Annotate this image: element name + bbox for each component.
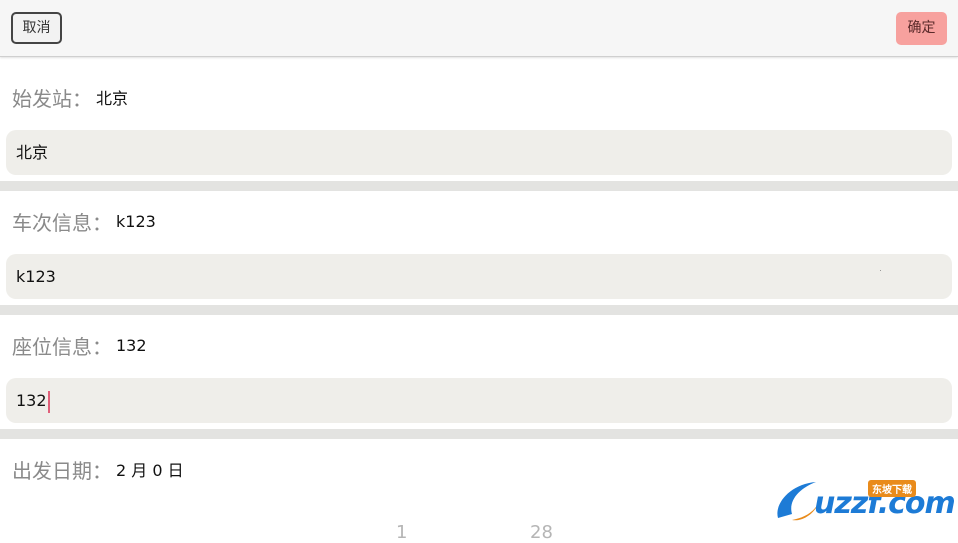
train-input[interactable]: k123 (6, 254, 952, 299)
date-picker-month[interactable]: 1 (396, 522, 407, 543)
departure-label: 始发站： (12, 86, 92, 111)
text-cursor (47, 390, 50, 413)
seat-value: 132 (116, 335, 147, 355)
seat-input-text: 132 (16, 391, 47, 410)
stray-dot (880, 270, 881, 271)
confirm-button[interactable]: 确定 (896, 12, 947, 45)
departure-label-row: 始发站： 北京 (12, 82, 128, 112)
section-divider (0, 181, 958, 191)
date-picker-day[interactable]: 28 (530, 522, 553, 543)
date-label: 出发日期： (12, 458, 112, 483)
train-input-text: k123 (16, 267, 56, 286)
section-divider (0, 305, 958, 315)
date-value: 2 月 0 日 (116, 461, 184, 480)
cancel-button[interactable]: 取消 (11, 12, 62, 44)
seat-input[interactable]: 132 (6, 378, 952, 423)
date-label-row: 出发日期： 2 月 0 日 (12, 454, 184, 484)
watermark-badge: 东坡下载 (868, 480, 916, 497)
seat-label-row: 座位信息： 132 (12, 330, 147, 360)
train-label: 车次信息： (12, 210, 112, 235)
departure-value: 北京 (96, 89, 129, 108)
section-divider (0, 429, 958, 439)
departure-input[interactable]: 北京 (6, 130, 952, 175)
train-value: k123 (116, 211, 156, 231)
departure-input-text: 北京 (16, 143, 49, 162)
watermark-logo: uzzf.com 东坡下载 (772, 474, 956, 526)
seat-label: 座位信息： (12, 334, 112, 359)
top-toolbar: 取消 确定 (0, 0, 958, 57)
train-label-row: 车次信息： k123 (12, 206, 156, 236)
